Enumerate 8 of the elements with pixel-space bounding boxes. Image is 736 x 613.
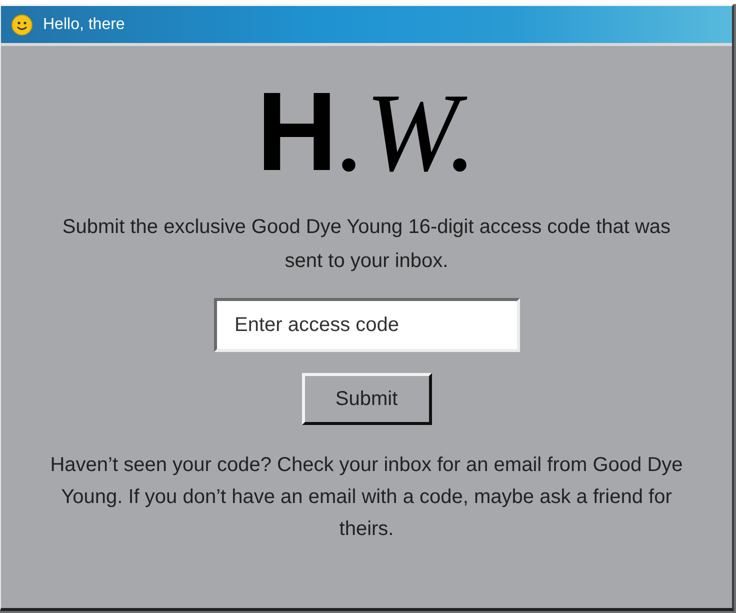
smiley-icon [11,14,33,36]
instruction-text: Submit the exclusive Good Dye Young 16-digit access code that was sent to your inbox. [61,215,672,274]
submit-button[interactable]: Submit [302,373,432,425]
access-code-field[interactable]: Enter access code [214,298,520,352]
logo-script: .W. [337,77,476,189]
logo-initial: H [256,76,338,188]
help-text: Haven’t seen your code? Check your inbox for an email from Good Dye Young. If you don’t have an email with a code, maybe ask a friend for theirs. [49,453,684,542]
window-title: Hello, there [43,16,125,34]
